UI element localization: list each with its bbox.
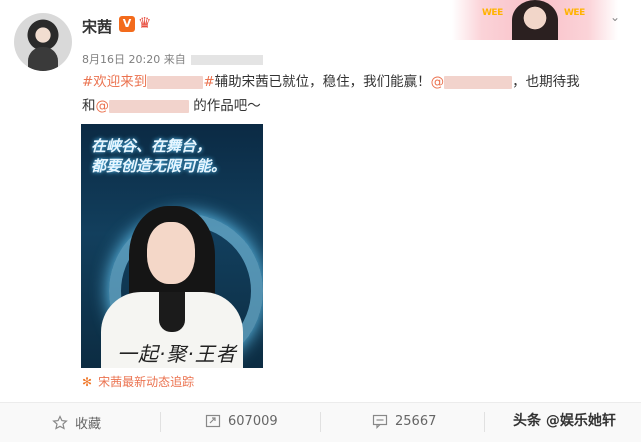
comment-button[interactable]: 25667 [372, 413, 436, 429]
member-crown-icon: ♛ [138, 14, 152, 32]
avatar[interactable] [14, 13, 72, 71]
repost-icon [205, 414, 221, 428]
chevron-down-icon[interactable]: ⌄ [610, 10, 620, 24]
repost-count: 607009 [228, 413, 278, 429]
banner-portrait [512, 0, 558, 40]
mention-link-2[interactable]: @ [96, 98, 189, 114]
star-icon [52, 414, 68, 430]
username[interactable]: 宋茜 [82, 16, 112, 37]
favorite-label: 收藏 [75, 417, 102, 432]
post-text-continue: ，也期待我 [512, 74, 580, 90]
post-image[interactable]: 在峡谷、在舞台， 都要创造无限可能。 一起·聚·王者 [81, 124, 263, 368]
banner-tag-left: WEE [482, 8, 503, 18]
mention-link-1[interactable]: @ [431, 74, 513, 90]
post-source-prefix: 来自 [163, 53, 186, 66]
portrait-face [147, 222, 195, 284]
banner-tag-right: WEE [564, 8, 585, 18]
profile-banner: WEE WEE ⌄ [452, 0, 620, 40]
post-source-redacted [191, 55, 264, 65]
verified-icon: V [119, 16, 135, 32]
source-watermark: 头条 @娱乐她轩 [513, 413, 616, 429]
post-timestamp[interactable]: 8月16日 20:20 [82, 53, 160, 66]
weibo-post-card: 宋茜 V ♛ WEE WEE ⌄ 8月16日 20:20 来自 #欢迎来到 #辅助… [0, 0, 641, 442]
post-main-text: 辅助宋茜已就位，稳住，我们能赢！ [214, 74, 431, 90]
sparkle-icon: ✻ [82, 375, 93, 389]
post-meta: 8月16日 20:20 来自 [82, 51, 264, 67]
comment-count: 25667 [395, 413, 437, 429]
image-slogan-line1: 在峡谷、在舞台， [91, 137, 212, 155]
image-slogan: 在峡谷、在舞台， 都要创造无限可能。 [91, 136, 226, 176]
repost-button[interactable]: 607009 [205, 413, 278, 429]
image-slogan-line2: 都要创造无限可能。 [91, 157, 227, 175]
image-signature: 一起·聚·王者 [117, 342, 237, 366]
topic-link[interactable]: #欢迎来到 # [82, 74, 215, 90]
tracker-label: 宋茜最新动态追踪 [98, 375, 195, 389]
favorite-button[interactable]: 收藏 [52, 413, 101, 432]
tracker-link[interactable]: ✻ 宋茜最新动态追踪 [82, 373, 194, 390]
post-line2-suffix: 的作品吧～ [193, 98, 261, 114]
comment-icon [372, 414, 388, 429]
post-line2-prefix: 和 [82, 98, 96, 114]
post-text: #欢迎来到 #辅助宋茜已就位，稳住，我们能赢！@ ，也期待我 和@ 的作品吧～ [82, 70, 627, 118]
